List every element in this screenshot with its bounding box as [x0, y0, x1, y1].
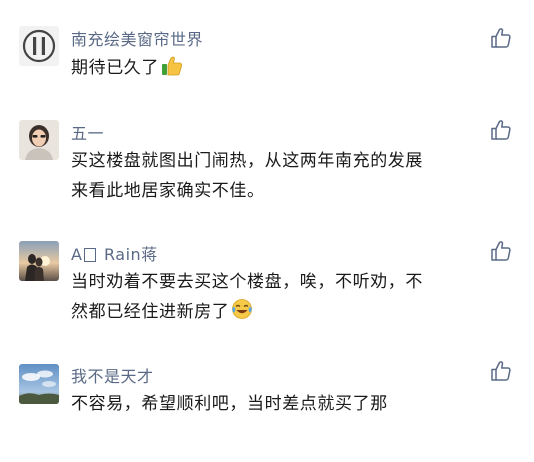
avatar[interactable]: [19, 364, 59, 404]
sky-landscape-avatar: [19, 364, 59, 404]
comment-text-line: 不容易，希望顺利吧，当时差点就买了那: [71, 394, 388, 414]
thumbs-up-icon: [491, 361, 511, 381]
comment-text: 不容易，希望顺利吧，当时差点就买了那: [71, 389, 388, 419]
like-button[interactable]: [490, 360, 512, 382]
comment-item: 我不是天才 不容易，希望顺利吧，当时差点就买了那: [0, 0, 534, 440]
comment-username[interactable]: 我不是天才: [71, 363, 154, 387]
